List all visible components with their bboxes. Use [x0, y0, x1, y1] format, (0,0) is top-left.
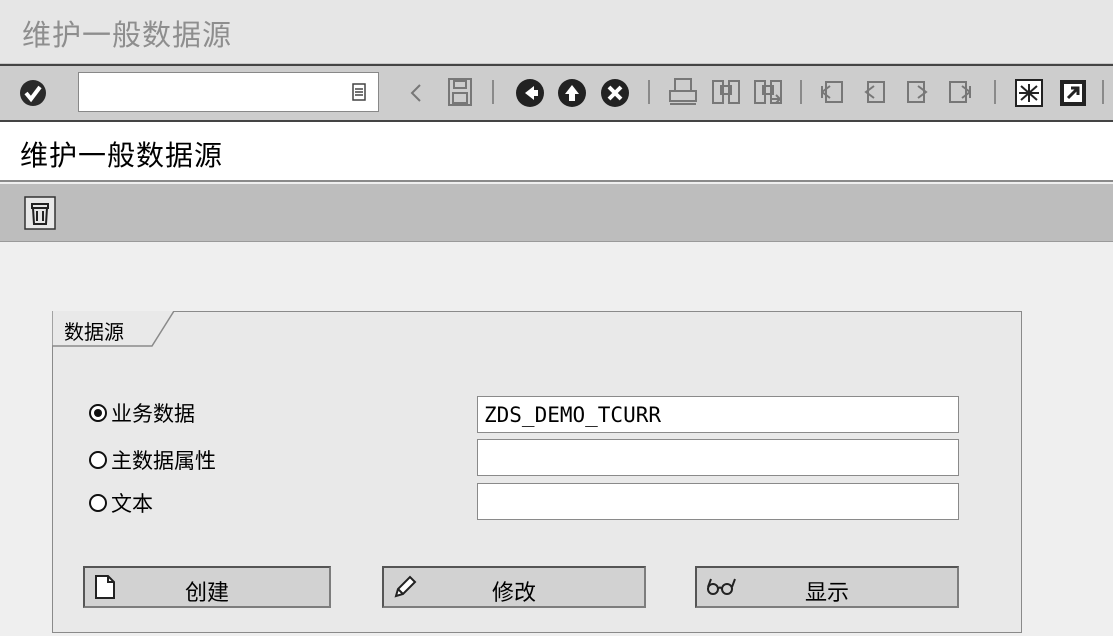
layout-icon[interactable]	[1014, 78, 1044, 108]
standard-toolbar	[0, 64, 1113, 122]
change-button-label: 修改	[491, 581, 536, 606]
texts-field[interactable]	[477, 483, 959, 520]
delete-icon[interactable]	[24, 196, 56, 230]
toolbar-separator	[1102, 80, 1104, 104]
command-field[interactable]	[83, 77, 347, 107]
radio-button[interactable]	[89, 451, 107, 469]
window-title: 维护一般数据源	[22, 18, 233, 52]
enter-icon[interactable]	[18, 78, 48, 108]
save-icon[interactable]	[446, 77, 474, 107]
back-arrow-icon[interactable]	[408, 82, 424, 104]
radio-button[interactable]	[89, 494, 107, 512]
print-icon[interactable]	[668, 77, 698, 107]
group-title-tab: 数据源	[52, 311, 176, 347]
radio-label: 业务数据	[111, 402, 195, 426]
business-data-field[interactable]	[477, 396, 959, 433]
radio-business-data[interactable]: 业务数据	[89, 398, 195, 428]
display-button[interactable]: 显示	[695, 566, 959, 608]
previous-page-icon[interactable]	[860, 78, 890, 108]
cancel-icon[interactable]	[599, 77, 631, 109]
radio-label: 文本	[111, 492, 153, 516]
toolbar-separator	[994, 80, 996, 104]
create-button[interactable]: 创建	[83, 566, 331, 608]
radio-button[interactable]	[89, 404, 107, 422]
toolbar-separator	[492, 80, 494, 104]
find-next-icon[interactable]	[752, 77, 784, 107]
page-title: 维护一般数据源	[20, 139, 224, 172]
app-header: 维护一般数据源	[0, 122, 1113, 182]
toolbar-separator	[800, 80, 802, 104]
data-source-group: 数据源 业务数据 主数据属性 文本 创建 修改 显示	[52, 311, 1022, 633]
next-page-icon[interactable]	[902, 78, 932, 108]
display-button-label: 显示	[804, 581, 849, 606]
group-title: 数据源	[64, 320, 124, 344]
title-bar: 维护一般数据源	[0, 0, 1113, 64]
last-page-icon[interactable]	[944, 78, 974, 108]
application-toolbar	[0, 184, 1113, 242]
back-icon[interactable]	[514, 77, 546, 109]
change-button[interactable]: 修改	[382, 566, 646, 608]
help-icon[interactable]	[1058, 78, 1088, 108]
command-field-box	[78, 72, 379, 112]
create-button-label: 创建	[184, 581, 229, 606]
toolbar-separator	[648, 80, 650, 104]
radio-texts[interactable]: 文本	[89, 488, 153, 518]
master-data-attributes-field[interactable]	[477, 439, 959, 476]
exit-icon[interactable]	[556, 77, 588, 109]
find-icon[interactable]	[710, 77, 742, 107]
radio-master-data-attributes[interactable]: 主数据属性	[89, 445, 216, 475]
dropdown-icon[interactable]	[352, 83, 366, 101]
radio-label: 主数据属性	[111, 449, 216, 473]
first-page-icon[interactable]	[818, 78, 848, 108]
